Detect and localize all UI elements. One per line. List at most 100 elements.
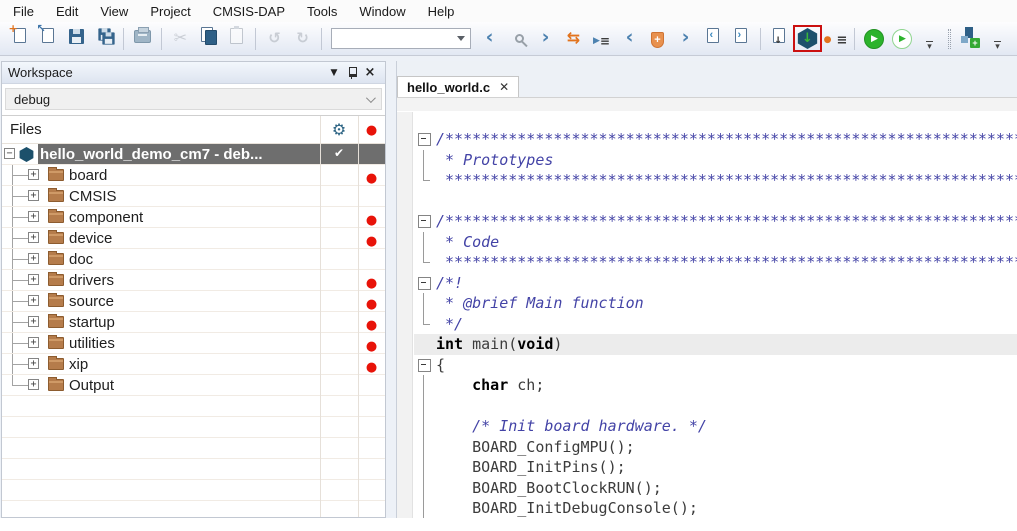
tree-item-board[interactable]: +board● xyxy=(2,165,385,186)
tree-item-cmsis[interactable]: +CMSIS xyxy=(2,186,385,207)
pin-icon[interactable] xyxy=(343,65,361,81)
code-line: ****************************************… xyxy=(414,252,1017,273)
expand-box-icon[interactable]: + xyxy=(28,211,39,222)
menu-item-edit[interactable]: Edit xyxy=(45,2,89,21)
copy-button[interactable] xyxy=(195,26,222,52)
cut-button[interactable]: ✂ xyxy=(167,26,194,52)
tab-hello-world-c[interactable]: hello_world.c ✕ xyxy=(397,76,519,97)
print-button[interactable] xyxy=(129,26,156,52)
expand-box-icon[interactable]: + xyxy=(28,316,39,327)
tree-empty-row xyxy=(2,501,385,517)
toolbar-overflow-button[interactable]: ▾ xyxy=(916,26,943,52)
expand-box-icon[interactable]: + xyxy=(28,169,39,180)
expand-box-icon[interactable]: + xyxy=(28,337,39,348)
code-text: /***************************************… xyxy=(436,211,1017,232)
tab-close-icon[interactable]: ✕ xyxy=(499,80,509,94)
tree-item-device[interactable]: +device● xyxy=(2,228,385,249)
fold-collapse-icon[interactable] xyxy=(414,211,436,232)
tree-item-component[interactable]: +component● xyxy=(2,207,385,228)
tree-line xyxy=(12,175,28,176)
tree-item-startup[interactable]: + startup ● xyxy=(2,312,385,333)
expand-box-icon[interactable]: + xyxy=(28,358,39,369)
tree-item-label: startup xyxy=(69,314,115,331)
new-document-button[interactable]: + xyxy=(7,26,34,52)
search-button[interactable] xyxy=(504,26,531,52)
add-project-button[interactable]: + xyxy=(956,26,983,52)
tree-item-source[interactable]: +source● xyxy=(2,291,385,312)
menu-item-project[interactable]: Project xyxy=(139,2,201,21)
undo-icon: ↺ xyxy=(268,30,281,48)
next-document-button[interactable]: › xyxy=(728,26,755,52)
fold-collapse-icon[interactable] xyxy=(414,129,436,150)
editor-panel: hello_world.c ✕ /***********************… xyxy=(396,61,1017,518)
toolbar: +↖✂↺↻‹›⇆▶≡‹+›‹›↓↓● ≡▶▶▾+▾ xyxy=(0,22,1017,56)
expand-box-icon[interactable]: + xyxy=(28,232,39,243)
save-all-button[interactable] xyxy=(91,26,118,52)
undo-button[interactable]: ↺ xyxy=(261,26,288,52)
tree-item-xip[interactable]: +xip● xyxy=(2,354,385,375)
menu-item-help[interactable]: Help xyxy=(417,2,466,21)
cut-icon: ✂ xyxy=(174,30,187,48)
work-area: Workspace ▼ × debug Files ⚙ ● − xyxy=(0,56,1017,518)
tree-item-utilities[interactable]: +utilities● xyxy=(2,333,385,354)
expand-box-icon[interactable]: + xyxy=(28,295,39,306)
open-document-button[interactable]: ↖ xyxy=(35,26,62,52)
download-and-debug-button[interactable]: ↓ xyxy=(794,26,821,52)
menu-item-cmsis-dap[interactable]: CMSIS-DAP xyxy=(202,2,296,21)
paste-icon xyxy=(230,28,243,49)
workspace-menu-icon[interactable]: ▼ xyxy=(325,65,343,81)
redo-button[interactable]: ↻ xyxy=(289,26,316,52)
breakpoint-gutter[interactable] xyxy=(397,112,413,518)
code-line: BOARD_ConfigMPU(); xyxy=(414,437,1017,458)
search-icon xyxy=(515,30,521,48)
navigate-back-button[interactable]: ‹ xyxy=(476,26,503,52)
swap-arrows-button[interactable]: ⇆ xyxy=(560,26,587,52)
modified-indicator: ● xyxy=(358,316,385,334)
code-editor[interactable]: /***************************************… xyxy=(397,112,1017,518)
tab-label: hello_world.c xyxy=(407,80,490,95)
gear-icon[interactable]: ⚙ xyxy=(320,120,358,139)
debug-log-icon: ● ≡ xyxy=(824,29,848,49)
debug-button[interactable]: ▶ xyxy=(860,26,887,52)
tree-line xyxy=(12,259,28,260)
breakpoint-column-icon: ● xyxy=(358,121,385,139)
download-active-application-button[interactable]: ↓ xyxy=(766,26,793,52)
debug-log-button[interactable]: ● ≡ xyxy=(822,26,849,52)
code-area: /***************************************… xyxy=(414,112,1017,518)
next-bookmark-button[interactable]: › xyxy=(672,26,699,52)
collapse-box-icon[interactable]: − xyxy=(4,148,15,159)
save-button[interactable] xyxy=(63,26,90,52)
expand-box-icon[interactable]: + xyxy=(28,274,39,285)
paste-button[interactable] xyxy=(223,26,250,52)
fold-collapse-icon[interactable] xyxy=(414,273,436,294)
code-line: BOARD_InitDebugConsole(); xyxy=(414,498,1017,518)
tree-item-doc[interactable]: +doc xyxy=(2,249,385,270)
fold-collapse-icon[interactable] xyxy=(414,355,436,376)
menu-item-file[interactable]: File xyxy=(2,2,45,21)
tree-line xyxy=(12,301,28,302)
expand-box-icon[interactable]: + xyxy=(28,190,39,201)
menu-item-window[interactable]: Window xyxy=(348,2,416,21)
menu-item-view[interactable]: View xyxy=(89,2,139,21)
toggle-bookmark-button[interactable]: + xyxy=(644,26,671,52)
toolbar-overflow-button[interactable]: ▾ xyxy=(984,26,1011,52)
code-line: BOARD_BootClockRUN(); xyxy=(414,478,1017,499)
next-statement-button[interactable]: ▶≡ xyxy=(588,26,615,52)
close-icon[interactable]: × xyxy=(361,65,379,81)
debug-without-downloading-button[interactable]: ▶ xyxy=(888,26,915,52)
navigate-forward-icon: › xyxy=(542,30,550,48)
config-selector[interactable]: debug xyxy=(5,88,382,110)
toolbar-grip xyxy=(948,29,951,49)
expand-box-icon[interactable]: + xyxy=(28,379,39,390)
expand-box-icon[interactable]: + xyxy=(28,253,39,264)
navigate-forward-button[interactable]: › xyxy=(532,26,559,52)
toggle-bookmark-icon: + xyxy=(651,30,664,48)
tree-item-drivers[interactable]: +drivers● xyxy=(2,270,385,291)
project-row[interactable]: − hello_world_demo_cm7 - deb... ✔ xyxy=(2,144,385,165)
tree-item-output[interactable]: +Output xyxy=(2,375,385,396)
tree-empty-row xyxy=(2,438,385,459)
menu-item-tools[interactable]: Tools xyxy=(296,2,348,21)
previous-document-button[interactable]: ‹ xyxy=(700,26,727,52)
previous-bookmark-button[interactable]: ‹ xyxy=(616,26,643,52)
search-combobox[interactable] xyxy=(331,28,471,49)
